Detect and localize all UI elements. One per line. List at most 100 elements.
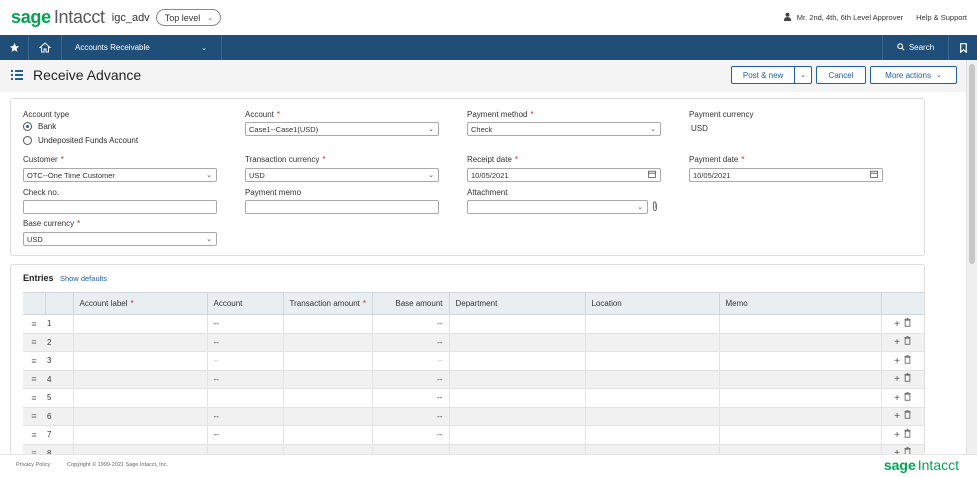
privacy-policy-link[interactable]: Privacy Policy	[16, 462, 50, 468]
location-cell[interactable]	[585, 370, 720, 389]
add-row-icon[interactable]: +	[894, 374, 900, 385]
transaction-amount-cell[interactable]	[283, 370, 373, 389]
transaction-amount-cell[interactable]	[283, 425, 373, 445]
add-row-icon[interactable]: +	[894, 411, 900, 422]
drag-handle-icon[interactable]: ≡	[23, 388, 45, 408]
col-memo[interactable]: Memo	[719, 292, 882, 315]
account-cell[interactable]: --	[207, 407, 284, 426]
drag-handle-icon[interactable]: ≡	[23, 425, 45, 445]
transaction-amount-cell[interactable]	[283, 407, 373, 426]
account-label-cell[interactable]	[73, 370, 208, 389]
drag-handle-icon[interactable]: ≡	[23, 407, 45, 426]
delete-row-icon[interactable]	[904, 428, 911, 441]
memo-cell[interactable]	[719, 314, 882, 334]
drag-handle-icon[interactable]: ≡	[23, 370, 45, 389]
account-cell[interactable]: --	[207, 314, 284, 334]
check-no-input[interactable]	[23, 200, 217, 214]
memo-cell[interactable]	[719, 370, 882, 389]
memo-cell[interactable]	[719, 425, 882, 445]
location-cell[interactable]	[585, 407, 720, 426]
memo-cell[interactable]	[719, 333, 882, 352]
attachment-select[interactable]: ⌄	[467, 200, 648, 214]
transaction-amount-cell[interactable]	[283, 314, 373, 334]
account-label-cell[interactable]	[73, 314, 208, 334]
delete-row-icon[interactable]	[904, 391, 911, 404]
table-row[interactable]: ≡ 2 -- -- +	[23, 333, 924, 352]
user-menu[interactable]: Mr. 2nd, 4th, 6th Level Approver	[797, 13, 903, 22]
account-label-cell[interactable]	[73, 407, 208, 426]
post-new-label[interactable]: Post & new	[732, 67, 796, 83]
drag-handle-icon[interactable]: ≡	[23, 351, 45, 371]
bookmark-icon[interactable]	[949, 35, 977, 60]
table-row[interactable]: ≡ 4 -- -- +	[23, 370, 924, 389]
department-cell[interactable]	[449, 444, 586, 454]
show-defaults-link[interactable]: Show defaults	[60, 274, 107, 283]
account-select[interactable]: Case1--Case1(USD) ⌄	[245, 122, 439, 136]
add-row-icon[interactable]: +	[894, 393, 900, 404]
transaction-amount-cell[interactable]	[283, 333, 373, 352]
calendar-icon[interactable]	[870, 170, 878, 180]
account-label-cell[interactable]	[73, 333, 208, 352]
department-cell[interactable]	[449, 425, 586, 445]
drag-handle-icon[interactable]: ≡	[23, 314, 45, 334]
add-row-icon[interactable]: +	[894, 319, 900, 330]
customer-select[interactable]: OTC--One Time Customer ⌄	[23, 168, 217, 182]
table-row[interactable]: ≡ 8 +	[23, 444, 924, 454]
add-row-icon[interactable]: +	[894, 430, 900, 441]
memo-cell[interactable]	[719, 388, 882, 408]
account-cell[interactable]	[207, 388, 284, 408]
col-base-amount[interactable]: Base amount	[372, 292, 450, 315]
account-label-cell[interactable]	[73, 351, 208, 371]
department-cell[interactable]	[449, 388, 586, 408]
cancel-button[interactable]: Cancel	[816, 66, 866, 84]
vertical-scrollbar[interactable]	[966, 60, 977, 454]
post-new-button[interactable]: Post & new ⌄	[731, 66, 812, 84]
radio-bank[interactable]: Bank	[23, 122, 56, 131]
account-cell[interactable]: --	[207, 333, 284, 352]
drag-handle-icon[interactable]: ≡	[23, 444, 45, 454]
account-cell[interactable]: --	[207, 370, 284, 389]
radio-button[interactable]	[23, 136, 32, 145]
table-row[interactable]: ≡ 7 -- -- +	[23, 425, 924, 445]
location-cell[interactable]	[585, 333, 720, 352]
drag-handle-icon[interactable]: ≡	[23, 333, 45, 352]
col-account[interactable]: Account	[207, 292, 284, 315]
col-location[interactable]: Location	[585, 292, 720, 315]
delete-row-icon[interactable]	[904, 336, 911, 348]
department-cell[interactable]	[449, 351, 586, 371]
location-cell[interactable]	[585, 314, 720, 334]
transaction-amount-cell[interactable]	[283, 444, 373, 454]
account-cell[interactable]: --	[207, 425, 284, 445]
payment-method-select[interactable]: Check ⌄	[467, 122, 661, 136]
list-icon[interactable]	[11, 69, 23, 81]
location-cell[interactable]	[585, 388, 720, 408]
radio-undeposited-funds[interactable]: Undeposited Funds Account	[23, 136, 138, 145]
add-row-icon[interactable]: +	[894, 356, 900, 367]
col-transaction-amount[interactable]: Transaction amount *	[283, 292, 373, 315]
sage-intacct-logo[interactable]: sage Intacct	[11, 7, 105, 28]
department-cell[interactable]	[449, 333, 586, 352]
delete-row-icon[interactable]	[904, 354, 911, 367]
department-cell[interactable]	[449, 407, 586, 426]
home-icon[interactable]	[29, 35, 62, 60]
account-cell[interactable]: --	[207, 351, 284, 371]
module-menu-accounts-receivable[interactable]: Accounts Receivable ⌄	[62, 35, 222, 60]
account-label-cell[interactable]	[73, 425, 208, 445]
calendar-icon[interactable]	[648, 170, 656, 180]
transaction-amount-cell[interactable]	[283, 351, 373, 371]
memo-cell[interactable]	[719, 407, 882, 426]
table-row[interactable]: ≡ 5 -- +	[23, 388, 924, 408]
memo-cell[interactable]	[719, 444, 882, 454]
department-cell[interactable]	[449, 314, 586, 334]
table-row[interactable]: ≡ 6 -- -- +	[23, 407, 924, 426]
location-cell[interactable]	[585, 351, 720, 371]
col-account-label[interactable]: Account label *	[73, 292, 208, 315]
delete-row-icon[interactable]	[904, 317, 911, 330]
add-row-icon[interactable]: +	[894, 337, 900, 348]
account-label-cell[interactable]	[73, 444, 208, 454]
scrollbar-thumb[interactable]	[969, 64, 975, 264]
transaction-currency-select[interactable]: USD ⌄	[245, 168, 439, 182]
search-button[interactable]: Search	[882, 35, 949, 60]
account-label-cell[interactable]	[73, 388, 208, 408]
radio-button[interactable]	[23, 122, 32, 131]
